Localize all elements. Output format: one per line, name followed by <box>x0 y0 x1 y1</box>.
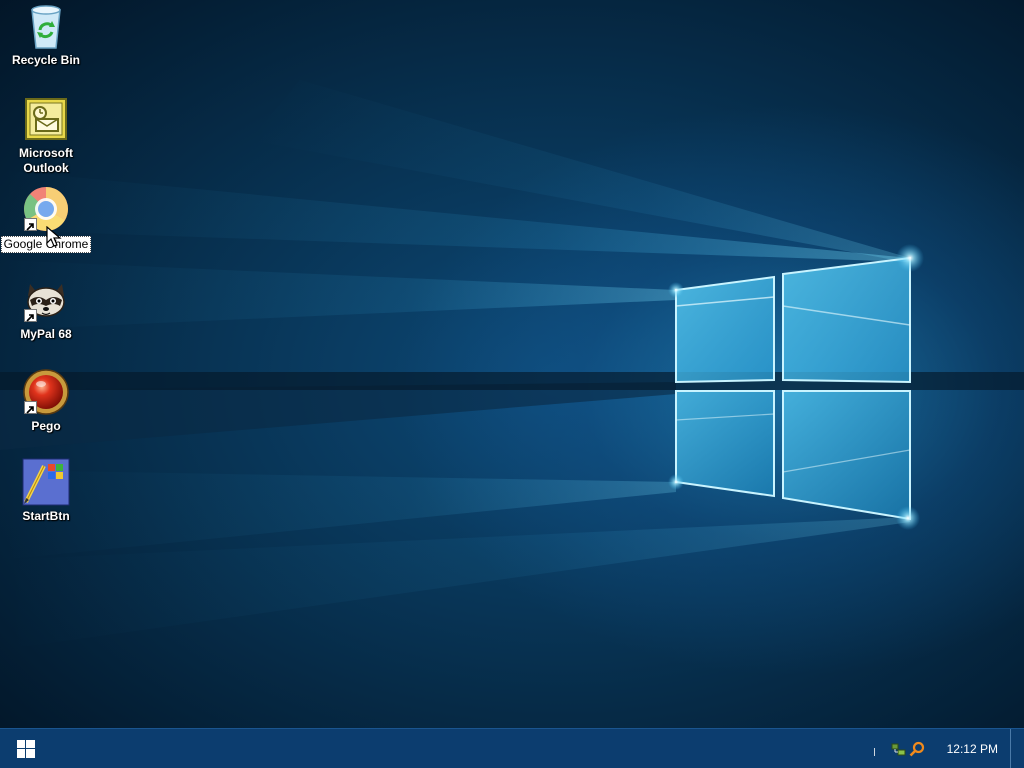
windows-logo-icon <box>17 739 35 758</box>
taskbar: 12:12 PM <box>0 728 1024 768</box>
desktop-icon-label: Recycle Bin <box>11 53 81 67</box>
shortcut-arrow-icon <box>24 218 37 231</box>
desktop-icon-mypal-68[interactable]: MyPal 68 <box>0 276 92 343</box>
shortcut-arrow-icon <box>24 401 37 414</box>
show-desktop-button[interactable] <box>1010 729 1016 768</box>
desktop-icon-startbtn[interactable]: StartBtn <box>0 458 92 525</box>
chrome-icon <box>22 185 70 233</box>
desktop-icon-label: Microsoft Outlook <box>19 146 73 175</box>
taskbar-clock[interactable]: 12:12 PM <box>947 742 998 756</box>
startbtn-icon <box>22 458 70 506</box>
desktop-icon-recycle-bin[interactable]: Recycle Bin <box>0 2 92 69</box>
desktop-icon-google-chrome[interactable]: Google Chrome <box>0 185 92 253</box>
system-tray: 12:12 PM <box>873 729 1016 768</box>
search-orange-icon[interactable] <box>909 741 925 757</box>
start-button[interactable] <box>0 729 52 768</box>
outlook-icon <box>22 95 70 143</box>
desktop-icon-pego[interactable]: Pego <box>0 368 92 435</box>
desktop-icon-label: StartBtn <box>22 509 70 523</box>
mypal-raccoon-icon <box>22 276 70 324</box>
desktop-icon-label: Pego <box>31 419 61 433</box>
wallpaper <box>0 80 1024 650</box>
tray-overflow-marker[interactable] <box>873 747 875 756</box>
desktop-icon-microsoft-outlook[interactable]: Microsoft Outlook <box>0 95 92 177</box>
recycle-bin-icon <box>22 2 70 50</box>
pego-red-ball-icon <box>22 368 70 416</box>
desktop-icon-label: Google Chrome <box>0 236 92 253</box>
desktop[interactable]: Recycle Bin Microsoft Outlook Google Chr… <box>0 0 1024 728</box>
network-green-icon[interactable] <box>891 741 907 757</box>
desktop-icon-label: MyPal 68 <box>20 327 72 341</box>
shortcut-arrow-icon <box>24 309 37 322</box>
